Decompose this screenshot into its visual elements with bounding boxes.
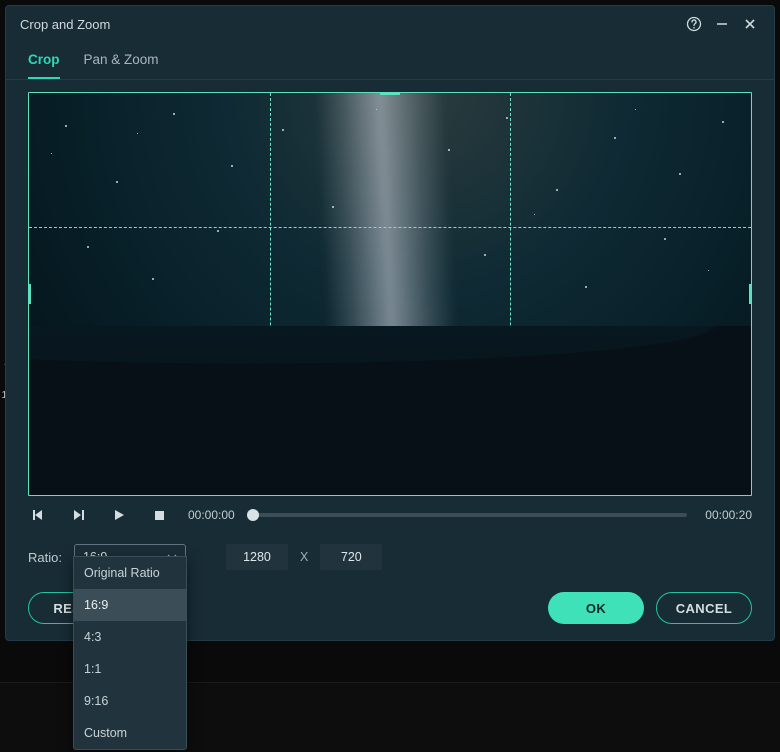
seek-slider[interactable]: [253, 513, 688, 517]
crop-handle-edge[interactable]: [28, 284, 31, 304]
crop-grid-line: [510, 93, 511, 495]
close-icon: [743, 17, 757, 31]
dialog-title: Crop and Zoom: [20, 17, 680, 32]
step-back-icon: [33, 509, 45, 521]
crop-handle-corner[interactable]: [28, 483, 41, 496]
crop-handle-corner[interactable]: [28, 92, 41, 105]
ratio-label: Ratio:: [28, 550, 62, 565]
crop-grid-line: [270, 93, 271, 495]
stars-layer: [29, 93, 751, 495]
play-next-frame-button[interactable]: [68, 504, 90, 526]
stop-button[interactable]: [148, 504, 170, 526]
ratio-option-1-1[interactable]: 1:1: [74, 653, 186, 685]
close-button[interactable]: [736, 10, 764, 38]
crop-zoom-dialog: Crop and Zoom Crop Pan & Zoom: [5, 5, 775, 641]
tab-strip: Crop Pan & Zoom: [6, 42, 774, 80]
crop-handle-corner[interactable]: [739, 92, 752, 105]
dimension-separator: X: [300, 550, 308, 564]
ratio-option-original[interactable]: Original Ratio: [74, 557, 186, 589]
height-input[interactable]: [320, 544, 382, 570]
help-icon: [686, 16, 702, 32]
titlebar: Crop and Zoom: [6, 6, 774, 42]
minimize-button[interactable]: [708, 10, 736, 38]
crop-grid-line: [29, 361, 751, 362]
tab-pan-zoom[interactable]: Pan & Zoom: [84, 44, 159, 79]
play-icon: [113, 509, 125, 521]
width-input[interactable]: [226, 544, 288, 570]
duration-time: 00:00:20: [705, 508, 752, 522]
video-preview[interactable]: [28, 92, 752, 496]
seek-track: [253, 513, 688, 517]
water-layer: [29, 407, 751, 495]
seek-thumb[interactable]: [247, 509, 259, 521]
step-back-button[interactable]: [28, 504, 50, 526]
ratio-option-4-3[interactable]: 4:3: [74, 621, 186, 653]
crop-handle-edge[interactable]: [380, 493, 400, 496]
crop-handle-edge[interactable]: [380, 92, 400, 95]
ratio-option-16-9[interactable]: 16:9: [74, 589, 186, 621]
play-step-icon: [73, 509, 85, 521]
playback-controls: 00:00:00 00:00:20: [6, 496, 774, 526]
ratio-option-9-16[interactable]: 9:16: [74, 685, 186, 717]
ratio-option-custom[interactable]: Custom: [74, 717, 186, 749]
help-button[interactable]: [680, 10, 708, 38]
preview-area: [28, 92, 752, 496]
ok-button[interactable]: OK: [548, 592, 644, 624]
cancel-button[interactable]: CANCEL: [656, 592, 752, 624]
ratio-dropdown: Original Ratio 16:9 4:3 1:1 9:16 Custom: [73, 556, 187, 750]
tab-crop[interactable]: Crop: [28, 44, 60, 79]
crop-handle-edge[interactable]: [749, 284, 752, 304]
minimize-icon: [715, 17, 729, 31]
stop-icon: [154, 510, 165, 521]
crop-grid-line: [29, 227, 751, 228]
current-time: 00:00:00: [188, 508, 235, 522]
crop-handle-corner[interactable]: [739, 483, 752, 496]
play-button[interactable]: [108, 504, 130, 526]
